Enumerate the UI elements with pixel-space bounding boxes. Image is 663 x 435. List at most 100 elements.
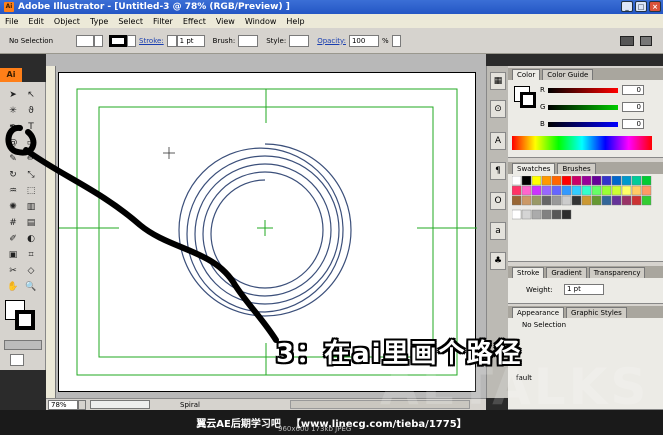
tab-stroke[interactable]: Stroke [512, 267, 545, 278]
menu-window[interactable]: Window [244, 17, 278, 26]
swatch[interactable] [551, 209, 562, 220]
color-spectrum-bar[interactable] [512, 136, 652, 150]
minimize-button[interactable]: _ [621, 1, 633, 12]
stroke-weight-field[interactable]: 1 pt [176, 34, 205, 47]
channel-slider-b[interactable] [548, 122, 618, 127]
fill-dropdown[interactable] [94, 34, 103, 47]
document-setup-icon[interactable] [620, 36, 634, 46]
menu-type[interactable]: Type [89, 17, 109, 26]
swatch[interactable] [561, 176, 572, 186]
menu-object[interactable]: Object [53, 17, 81, 26]
stroke-weight-stepper[interactable] [166, 34, 177, 47]
hand-tool-icon[interactable]: ✋ [4, 280, 22, 295]
swatch[interactable] [512, 176, 522, 186]
swatch[interactable] [521, 176, 532, 186]
swatch[interactable] [621, 195, 632, 206]
swatch[interactable] [571, 176, 582, 186]
swatch[interactable] [551, 176, 562, 186]
crop-tool-icon[interactable]: ⌗ [22, 248, 40, 263]
swatch[interactable] [541, 209, 552, 220]
swatch[interactable] [571, 195, 582, 206]
opacity-dropdown[interactable] [391, 34, 401, 47]
channel-slider-g[interactable] [548, 105, 618, 110]
scissors-tool-icon[interactable]: ✂ [4, 264, 22, 279]
type-tool-icon[interactable]: T [22, 120, 40, 135]
swatch[interactable] [531, 195, 542, 206]
tab-swatches[interactable]: Swatches [512, 163, 556, 174]
opentype-panel-icon[interactable]: O [490, 192, 506, 210]
menu-select[interactable]: Select [117, 17, 144, 26]
stroke-label[interactable]: Stroke: [139, 37, 164, 45]
swatch[interactable] [581, 185, 592, 196]
glyphs-panel-icon[interactable]: a [490, 222, 506, 240]
lasso-tool-icon[interactable]: ϑ [22, 104, 40, 119]
magic-wand-tool-icon[interactable]: ✳ [4, 104, 22, 119]
zoom-tool-icon[interactable]: 🔍 [22, 280, 40, 295]
stroke-swatch[interactable] [109, 34, 127, 47]
swatch[interactable] [631, 185, 642, 196]
menu-filter[interactable]: Filter [152, 17, 174, 26]
channel-value-g[interactable]: 0 [622, 102, 644, 112]
swatch[interactable] [621, 176, 632, 186]
zoom-field[interactable]: 78% [48, 399, 78, 410]
free-transform-tool-icon[interactable]: ⬚ [22, 184, 40, 199]
swatch[interactable] [631, 195, 642, 206]
swatch[interactable] [531, 185, 542, 196]
swatch[interactable] [641, 195, 652, 206]
scale-tool-icon[interactable]: ⤡ [22, 168, 40, 183]
opacity-label[interactable]: Opacity: [317, 37, 346, 45]
tab-color[interactable]: Color [512, 69, 541, 80]
character-panel-icon[interactable]: A [490, 132, 506, 150]
rotate-tool-icon[interactable]: ↻ [4, 168, 22, 183]
warp-tool-icon[interactable]: ♒ [4, 184, 22, 199]
live-paint-tool-icon[interactable]: ▣ [4, 248, 22, 263]
swatch[interactable] [531, 176, 542, 186]
swatch[interactable] [541, 176, 552, 186]
swatch[interactable] [611, 176, 622, 186]
direct-selection-tool-icon[interactable]: ↖ [22, 88, 40, 103]
paragraph-panel-icon[interactable]: ¶ [490, 162, 506, 180]
swatch[interactable] [561, 209, 572, 220]
swatch[interactable] [531, 209, 542, 220]
swatch[interactable] [591, 195, 602, 206]
swatch[interactable] [601, 176, 612, 186]
mesh-tool-icon[interactable]: # [4, 216, 22, 231]
swatch[interactable] [621, 185, 632, 196]
swatch[interactable] [512, 209, 522, 220]
brushes-panel-icon[interactable]: ⊙ [490, 100, 506, 118]
swatch[interactable] [551, 195, 562, 206]
menu-effect[interactable]: Effect [182, 17, 207, 26]
fill-swatch[interactable] [76, 34, 94, 47]
swatch[interactable] [561, 195, 572, 206]
tab-gradient[interactable]: Gradient [546, 267, 587, 278]
swatch[interactable] [541, 195, 552, 206]
color-stroke-icon[interactable] [520, 92, 536, 108]
channel-value-b[interactable]: 0 [622, 119, 644, 129]
weight-field[interactable]: 1 pt [564, 284, 604, 295]
swatch[interactable] [512, 195, 522, 206]
pencil-tool-icon[interactable]: ✏ [22, 152, 40, 167]
pen-tool-icon[interactable]: ✒ [4, 120, 22, 135]
swatch[interactable] [571, 185, 582, 196]
tab-transparency[interactable]: Transparency [588, 267, 646, 278]
eyedropper-tool-icon[interactable]: ✐ [4, 232, 22, 247]
swatch[interactable] [581, 176, 592, 186]
screen-mode-icon[interactable] [10, 354, 24, 366]
gradient-tool-icon[interactable]: ▤ [22, 216, 40, 231]
swatch[interactable] [521, 209, 532, 220]
symbols-panel-icon[interactable]: ♣ [490, 252, 506, 270]
blend-tool-icon[interactable]: ◐ [22, 232, 40, 247]
swatch[interactable] [611, 195, 622, 206]
menu-file[interactable]: File [4, 17, 19, 26]
tab-graphic-styles[interactable]: Graphic Styles [566, 307, 627, 318]
layers-panel-icon[interactable]: ▦ [490, 72, 506, 90]
swatch-grid[interactable] [512, 176, 662, 262]
swatch[interactable] [631, 176, 642, 186]
color-mode-icon[interactable] [4, 340, 42, 350]
swatch[interactable] [521, 185, 532, 196]
swatch[interactable] [512, 185, 522, 196]
selection-tool-icon[interactable]: ➤ [4, 88, 22, 103]
swatch[interactable] [581, 195, 592, 206]
swatch[interactable] [541, 185, 552, 196]
style-dropdown[interactable] [289, 34, 310, 47]
